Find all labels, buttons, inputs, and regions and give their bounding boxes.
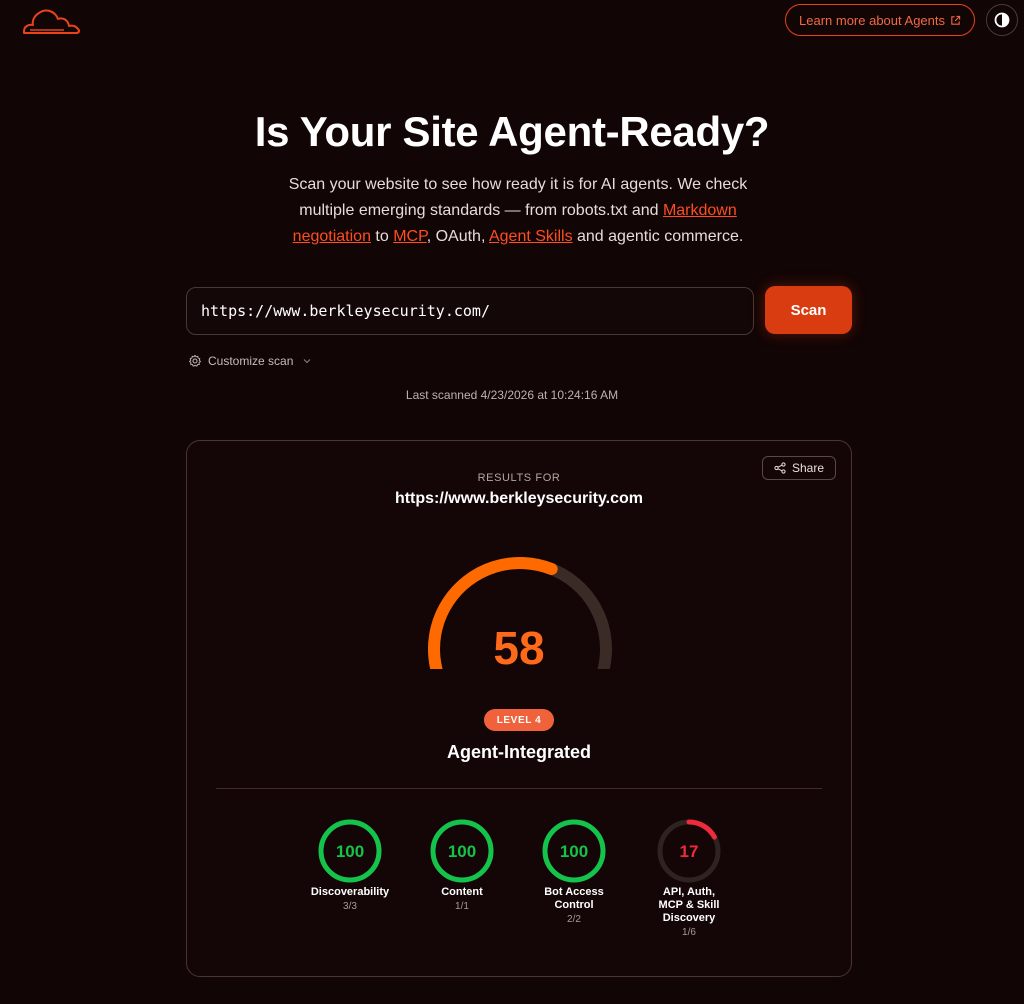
subtitle-text-3: , OAuth, [426,228,489,245]
overall-score: 58 [493,622,545,674]
metric-ring: 100 [430,819,494,883]
svg-text:100: 100 [336,842,364,861]
url-input[interactable] [186,287,754,335]
last-scanned-text: Last scanned 4/23/2026 at 10:24:16 AM [405,388,619,402]
metric-label: Discoverability [310,886,390,898]
metric-api-auth-mcp-skill[interactable]: 17 API, Auth, MCP & Skill Discovery 1/6 [633,817,745,938]
agent-skills-link[interactable]: Agent Skills [489,228,573,245]
contrast-icon [994,12,1010,28]
metric-sub: 2/2 [567,914,581,925]
customize-scan-label: Customize scan [208,354,294,368]
svg-text:100: 100 [448,842,476,861]
metric-label: API, Auth, MCP & Skill Discovery [658,886,720,924]
level-name: Agent-Integrated [447,742,591,762]
subtitle-text-4: and agentic commerce. [572,228,744,245]
cloudflare-cloud-icon [23,9,81,34]
metric-sub: 1/6 [682,927,696,938]
metric-label: Content [441,886,483,898]
cloudflare-logo[interactable] [18,6,82,36]
metric-bot-access-control[interactable]: 100 Bot Access Control 2/2 [518,817,630,925]
chevron-down-icon [304,359,311,364]
metric-sub: 1/1 [455,901,469,912]
customize-scan-toggle[interactable]: Customize scan [188,352,313,370]
external-link-icon [951,15,961,25]
metric-ring: 17 [657,819,721,883]
svg-text:17: 17 [680,842,699,861]
level-badge: LEVEL 4 [484,709,554,731]
results-for-label: RESULTS FOR [477,472,561,484]
divider [216,788,822,789]
metric-ring: 100 [542,819,606,883]
learn-more-agents-button[interactable]: Learn more about Agents [785,4,975,36]
subtitle-text-2: to [370,228,394,245]
mcp-link[interactable]: MCP [393,228,427,245]
metric-ring: 100 [318,819,382,883]
page-title: Is Your Site Agent-Ready? [254,108,770,155]
results-url: https://www.berkleysecurity.com [394,490,644,507]
scan-button[interactable]: Scan [765,286,852,334]
results-card: Share RESULTS FOR https://www.berkleysec… [186,440,852,977]
gear-icon [189,354,201,367]
metric-label: Bot Access Control [544,886,604,911]
page-subtitle: Scan your website to see how ready it is… [270,172,766,250]
metric-discoverability[interactable]: 100 Discoverability 3/3 [294,817,406,912]
theme-toggle-button[interactable] [986,4,1018,36]
metric-sub: 3/3 [343,901,357,912]
learn-more-label: Learn more about Agents [799,12,945,28]
svg-text:100: 100 [560,842,588,861]
metric-content[interactable]: 100 Content 1/1 [406,817,518,912]
